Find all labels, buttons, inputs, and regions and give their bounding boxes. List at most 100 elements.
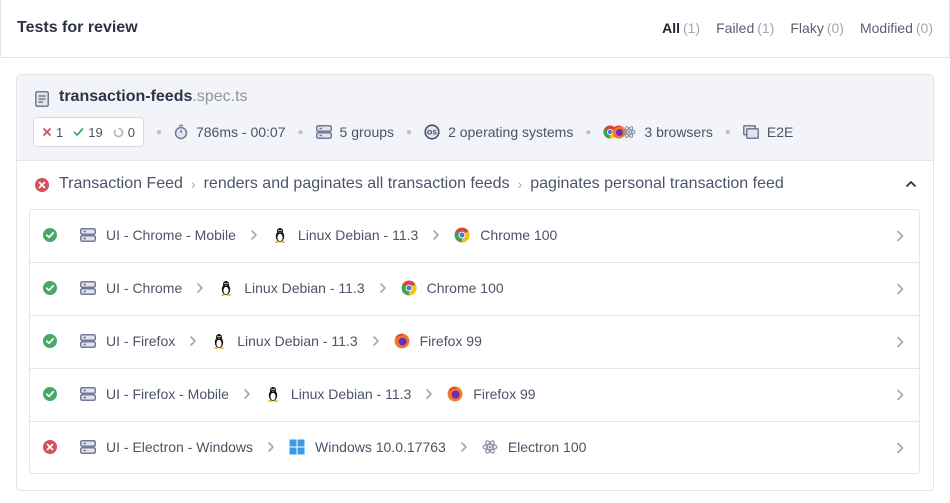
run-row[interactable]: UI - Electron - Windows Windows 10.0.1776… [30,422,919,475]
group-name: UI - Firefox - Mobile [106,386,229,402]
chrome-icon [454,227,470,243]
filter-all[interactable]: All (1) [662,20,700,36]
separator-dot: ● [406,126,413,138]
crumb: renders and paginates all transaction fe… [203,175,510,192]
chevron-right-icon: › [190,176,196,192]
server-icon [80,439,96,455]
type-value: E2E [766,124,794,140]
failed-status-icon [35,178,49,192]
os-value: 2 operating systems [448,124,574,140]
chevron-right-icon [456,439,472,455]
chevron-right-icon [239,386,255,402]
pending-icon [113,127,124,137]
failed-value: 1 [56,124,64,140]
browsers: 3 browsers [603,124,713,140]
passed-status-icon [42,280,58,296]
run-row[interactable]: UI - Chrome Linux Debian - 11.3 Chrome 100 [30,263,919,316]
chevron-right-icon[interactable] [895,388,905,405]
filter-modified[interactable]: Modified (0) [860,20,933,36]
chevron-right-icon [375,280,391,296]
linux-icon [265,386,281,402]
page-title: Tests for review [17,19,138,36]
filter-label: Failed [716,20,755,36]
test-type: E2E [742,124,794,140]
duration-value: 786ms - 00:07 [195,124,286,140]
run-details: UI - Firefox Linux Debian - 11.3 Firefox 9… [42,333,482,349]
browser-name: Chrome 100 [480,227,558,243]
chevron-right-icon [421,386,437,402]
chevron-up-icon[interactable] [905,178,917,190]
filter-flaky[interactable]: Flaky (0) [790,20,844,36]
status-counts: 1 19 0 [33,117,144,147]
duration: 786ms - 00:07 [174,124,286,140]
browser-icons [603,125,636,139]
header: Tests for review All (1) Failed (1) Flaky(… [0,0,950,58]
browser-name: Firefox 99 [473,386,536,402]
spec-name[interactable]: transaction-feeds.spec.ts [59,88,248,106]
chevron-right-icon [246,227,262,243]
filter-count: (0) [915,20,933,36]
run-row[interactable]: UI - Firefox Linux Debian - 11.3 Firefox 9… [30,316,919,369]
firefox-icon [447,386,463,402]
x-icon [43,128,51,136]
browser-name: Chrome 100 [426,280,504,296]
electron-icon [622,126,636,138]
groups: 5 groups [315,124,394,140]
spec-card: transaction-feeds.spec.ts 1 19 0 ● 786ms… [16,74,934,491]
stopwatch-icon [174,124,188,140]
chevron-right-icon[interactable] [895,441,905,458]
crumb: paginates personal transaction feed [530,175,784,192]
passed-count: 19 [73,124,103,140]
filter-label: All [662,20,680,36]
chrome-icon [401,280,417,296]
windows-stack-icon [742,125,759,139]
chevron-right-icon[interactable] [895,282,905,299]
electron-icon [482,439,498,455]
browser-name: Electron 100 [507,439,587,455]
chevron-right-icon[interactable] [895,335,905,352]
chevron-right-icon [185,333,201,349]
separator-dot: ● [155,126,162,138]
spec-header: transaction-feeds.spec.ts 1 19 0 ● 786ms… [17,75,933,161]
filter-count: (1) [682,20,701,36]
linux-icon [272,227,288,243]
server-icon [80,280,96,296]
failed-status-icon [42,439,58,455]
chevron-right-icon [192,280,208,296]
spec-meta: 1 19 0 ● 786ms - 00:07 ● 5 groups ● OS 2… [33,117,793,147]
filter-count: (1) [757,20,775,36]
test-breadcrumb: Transaction Feed › renders and paginates… [59,175,784,193]
chevron-right-icon: › [517,176,523,192]
chevron-right-icon [428,227,444,243]
chevron-right-icon [263,439,279,455]
run-details: UI - Electron - Windows Windows 10.0.1776… [42,439,586,455]
filter-failed[interactable]: Failed (1) [716,20,774,36]
test-title-row[interactable]: Transaction Feed › renders and paginates… [17,161,933,209]
failed-count: 1 [42,125,63,140]
windows-icon [289,439,305,455]
passed-value: 19 [88,124,103,140]
run-details: UI - Firefox - Mobile Linux Debian - 11.3… [42,386,536,402]
os-name: Linux Debian - 11.3 [244,280,365,296]
group-name: UI - Chrome - Mobile [106,227,236,243]
group-name: UI - Chrome [106,280,183,296]
separator-dot: ● [724,126,731,138]
spec-basename: transaction-feeds [59,88,193,105]
run-row[interactable]: UI - Chrome - Mobile Linux Debian - 11.3 C… [30,210,919,263]
server-icon [80,333,96,349]
os-name: Linux Debian - 11.3 [297,227,419,243]
svg-text:OS: OS [427,129,438,137]
browsers-value: 3 browsers [644,124,713,140]
chevron-right-icon[interactable] [895,229,905,246]
separator-dot: ● [297,126,304,138]
server-icon [80,386,96,402]
linux-icon [218,280,234,296]
passed-status-icon [42,386,58,402]
check-icon [73,128,84,136]
os-name: Linux Debian - 11.3 [290,386,412,402]
crumb: Transaction Feed [59,175,183,192]
filter-tabs: All (1) Failed (1) Flaky (0) Modified (0) [662,20,933,36]
run-row[interactable]: UI - Firefox - Mobile Linux Debian - 11.3… [30,369,919,422]
passed-status-icon [42,333,58,349]
filter-label: Modified [859,20,913,36]
